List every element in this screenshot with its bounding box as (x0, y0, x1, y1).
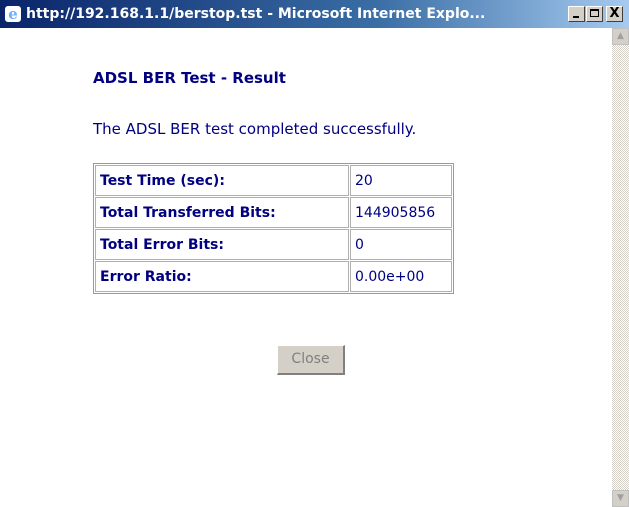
result-label: Total Error Bits: (95, 229, 349, 260)
page-content: ADSL BER Test - Result The ADSL BER test… (0, 28, 612, 507)
table-row: Test Time (sec): 20 (95, 165, 452, 196)
results-table: Test Time (sec): 20 Total Transferred Bi… (93, 163, 454, 294)
result-value: 20 (350, 165, 452, 196)
scroll-up-icon[interactable]: ▲ (612, 28, 629, 45)
browser-window: e http://192.168.1.1/berstop.tst - Micro… (0, 0, 629, 507)
status-message: The ADSL BER test completed successfully… (93, 120, 417, 138)
result-value: 0 (350, 229, 452, 260)
result-label: Error Ratio: (95, 261, 349, 292)
result-label: Total Transferred Bits: (95, 197, 349, 228)
title-bar[interactable]: e http://192.168.1.1/berstop.tst - Micro… (0, 0, 629, 28)
page-title: ADSL BER Test - Result (93, 69, 286, 87)
table-row: Error Ratio: 0.00e+00 (95, 261, 452, 292)
close-button[interactable]: Close (277, 345, 345, 375)
minimize-button[interactable] (568, 6, 585, 22)
table-row: Total Transferred Bits: 144905856 (95, 197, 452, 228)
result-value: 0.00e+00 (350, 261, 452, 292)
result-value: 144905856 (350, 197, 452, 228)
scroll-down-icon[interactable]: ▼ (612, 490, 629, 507)
minimize-icon (573, 16, 579, 18)
window-title: http://192.168.1.1/berstop.tst - Microso… (26, 6, 486, 22)
internet-explorer-icon[interactable]: e (5, 6, 21, 22)
maximize-icon (590, 9, 599, 17)
table-row: Total Error Bits: 0 (95, 229, 452, 260)
vertical-scrollbar[interactable]: ▲ ▼ (612, 28, 629, 507)
result-label: Test Time (sec): (95, 165, 349, 196)
maximize-button[interactable] (586, 6, 603, 22)
close-window-button[interactable]: X (606, 6, 623, 22)
